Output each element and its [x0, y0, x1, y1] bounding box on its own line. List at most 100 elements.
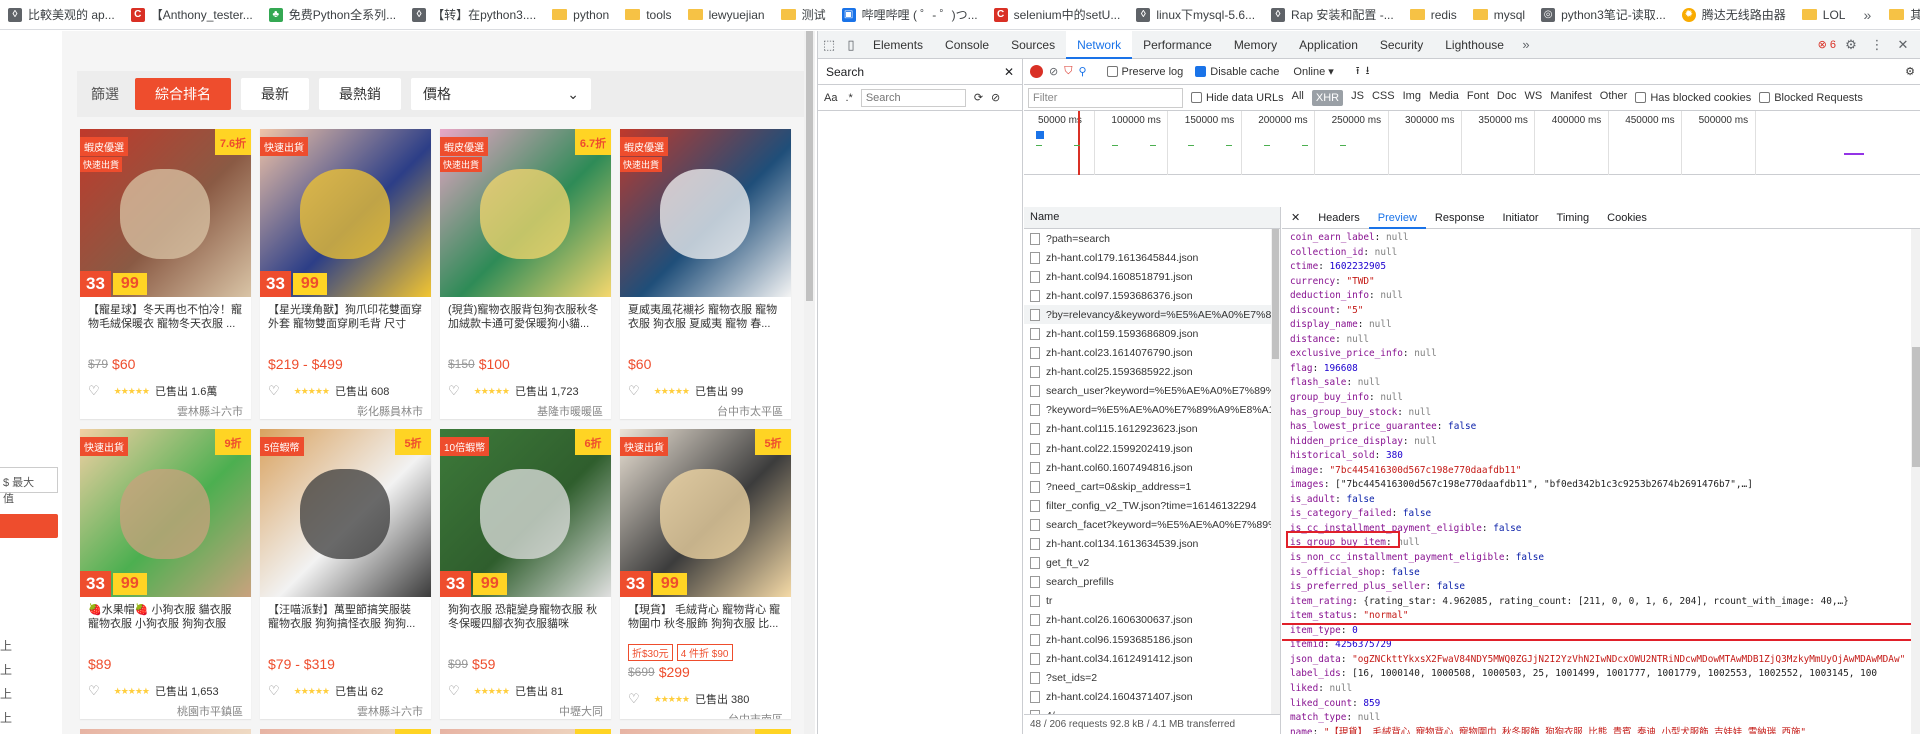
issues-counter[interactable]: ⊗ 6: [1818, 38, 1836, 51]
json-property-row[interactable]: liked_count: 859: [1290, 697, 1920, 712]
product-title[interactable]: 【星光璞角獸】狗爪印花雙面穿外套 寵物雙面穿刷毛背 尺寸齊...: [260, 297, 431, 331]
filter-type-other[interactable]: Other: [1600, 90, 1628, 106]
json-property-row[interactable]: item_status: "normal": [1290, 609, 1920, 624]
filter-type-doc[interactable]: Doc: [1497, 90, 1517, 106]
json-property-row[interactable]: has_lowest_price_guarantee: false: [1290, 420, 1920, 435]
request-row[interactable]: zh-hant.col97.1593686376.json: [1024, 286, 1280, 305]
json-property-row[interactable]: historical_sold: 380: [1290, 449, 1920, 464]
apply-filter-button[interactable]: [0, 514, 58, 538]
blocked-requests-checkbox[interactable]: Blocked Requests: [1759, 92, 1863, 104]
bookmark-item[interactable]: ◊ 比較美观的 ap...: [0, 4, 123, 26]
product-title[interactable]: 狗狗衣服 恐龍變身寵物衣服 秋冬保暖四腳衣狗衣服貓咪: [440, 597, 611, 631]
heart-icon[interactable]: ♡: [628, 691, 640, 707]
request-row[interactable]: zh-hant.col96.1593685186.json: [1024, 630, 1280, 649]
bookmark-item[interactable]: python: [544, 4, 617, 26]
filter-type-xhr[interactable]: XHR: [1311, 89, 1344, 106]
filter-icon[interactable]: ⛉: [1064, 65, 1072, 78]
json-property-row[interactable]: label_ids: [16, 1000140, 1000508, 100050…: [1290, 667, 1920, 682]
filter-type-css[interactable]: CSS: [1372, 90, 1395, 106]
json-property-row[interactable]: distance: null: [1290, 333, 1920, 348]
request-row[interactable]: ?keyword=%E5%AE%A0%E7%89%A9%E8%A1.: [1024, 401, 1280, 420]
max-price-input[interactable]: $ 最大值: [0, 467, 58, 505]
import-har-icon[interactable]: ⭱: [1356, 62, 1360, 81]
product-title[interactable]: 🍓水果帽🍓 小狗衣服 貓衣服 寵物衣服 小狗衣服 狗狗衣服 狗...: [80, 597, 251, 631]
bookmark-item[interactable]: lewyuejian: [680, 4, 773, 26]
json-property-row[interactable]: is_preferred_plus_seller: false: [1290, 580, 1920, 595]
product-title[interactable]: 夏威夷風花襯衫 寵物衣服 寵物衣服 狗衣服 夏威夷 寵物 春...: [620, 297, 791, 331]
request-row[interactable]: zh-hant.col134.1613634539.json: [1024, 535, 1280, 554]
request-row[interactable]: zh-hant.col115.1612923623.json: [1024, 420, 1280, 439]
request-row[interactable]: zh-hant.col24.1604371407.json: [1024, 687, 1280, 706]
json-property-row[interactable]: deduction_info: null: [1290, 289, 1920, 304]
device-toolbar-icon[interactable]: ▯: [840, 34, 862, 56]
name-column-header[interactable]: Name: [1024, 207, 1280, 229]
search-input[interactable]: [860, 88, 966, 107]
network-settings-icon[interactable]: ⚙: [1905, 65, 1915, 78]
request-row[interactable]: search_prefills: [1024, 573, 1280, 592]
json-property-row[interactable]: itemid: 4256375729: [1290, 638, 1920, 653]
filter-type-ws[interactable]: WS: [1524, 90, 1542, 106]
request-row[interactable]: zh-hant.col159.1593686809.json: [1024, 324, 1280, 343]
json-property-row[interactable]: item_rating: {rating_star: 4.962085, rat…: [1290, 595, 1920, 610]
request-row[interactable]: ?set_ids=2: [1024, 668, 1280, 687]
filter-type-js[interactable]: JS: [1351, 90, 1364, 106]
request-row[interactable]: zh-hant.col22.1599202419.json: [1024, 439, 1280, 458]
filter-type-img[interactable]: Img: [1403, 90, 1421, 106]
bookmark-item[interactable]: ◎ python3笔记-读取...: [1533, 4, 1674, 26]
hide-data-urls-checkbox[interactable]: Hide data URLs: [1191, 92, 1284, 104]
request-row[interactable]: zh-hant.col60.1607494816.json: [1024, 458, 1280, 477]
close-details-icon[interactable]: ✕: [1282, 207, 1309, 229]
blocked-cookies-checkbox[interactable]: Has blocked cookies: [1635, 92, 1751, 104]
detail-tab-initiator[interactable]: Initiator: [1493, 207, 1547, 229]
tab-security[interactable]: Security: [1369, 31, 1434, 59]
request-row[interactable]: ?need_cart=0&skip_address=1: [1024, 477, 1280, 496]
tab-elements[interactable]: Elements: [862, 31, 934, 59]
request-row[interactable]: tr: [1024, 592, 1280, 611]
product-card[interactable]: 蝦皮優選 快速出貨 夏威夷風花襯衫 寵物衣服 寵物衣服 狗衣服 夏威夷 寵物 春..…: [620, 129, 791, 419]
bookmark-item[interactable]: ◊ Rap 安装和配置 -...: [1263, 4, 1402, 26]
json-property-row[interactable]: is_category_failed: false: [1290, 507, 1920, 522]
request-row[interactable]: get_ft_v2: [1024, 554, 1280, 573]
bookmark-item[interactable]: LOL: [1794, 4, 1854, 26]
request-row[interactable]: zh-hant.col26.1606300637.json: [1024, 611, 1280, 630]
request-row[interactable]: zh-hant.col179.1613645844.json: [1024, 248, 1280, 267]
settings-gear-icon[interactable]: ⚙: [1840, 34, 1862, 56]
product-card[interactable]: 蝦皮優選6折: [440, 729, 611, 734]
json-property-row[interactable]: group_buy_info: null: [1290, 391, 1920, 406]
bookmark-item[interactable]: mysql: [1465, 4, 1533, 26]
json-property-row[interactable]: ctime: 1602232905: [1290, 260, 1920, 275]
regex-toggle[interactable]: .*: [845, 92, 852, 104]
json-property-row[interactable]: image: "7bc445416300d567c198e770daafdb11…: [1290, 464, 1920, 479]
product-title[interactable]: 【現貨】 毛絨背心 寵物背心 寵物圍巾 秋冬服飾 狗狗衣服 比...: [620, 597, 791, 631]
product-card[interactable]: 5倍蝦幣6折: [260, 729, 431, 734]
product-card[interactable]: 快速出貨 9折 33 99 🍓水果帽🍓 小狗衣服 貓衣服 寵物衣服 小狗衣服 狗狗衣服 …: [80, 429, 251, 719]
bookmark-item[interactable]: ▣ 哔哩哔哩 ( ゜- ゜)つ...: [834, 4, 986, 26]
bookmark-item[interactable]: ✹ 腾达无线路由器: [1674, 4, 1794, 26]
tab-network[interactable]: Network: [1066, 30, 1133, 59]
json-property-row[interactable]: collection_id: null: [1290, 246, 1920, 261]
heart-icon[interactable]: ♡: [88, 683, 100, 699]
bookmark-item[interactable]: ♣ 免费Python全系列...: [261, 4, 404, 26]
product-card[interactable]: 快速出貨 3399【星光璞角獸】狗爪印花雙面穿外套 寵物雙面穿刷毛背 尺寸齊...…: [260, 129, 431, 419]
detail-tab-headers[interactable]: Headers: [1309, 207, 1369, 229]
json-property-row[interactable]: liked: null: [1290, 682, 1920, 697]
clear-icon[interactable]: ⊘: [991, 91, 1000, 104]
inspect-element-icon[interactable]: ⬚: [818, 34, 840, 56]
preserve-log-checkbox[interactable]: Preserve log: [1106, 66, 1183, 78]
json-property-row[interactable]: discount: "5": [1290, 304, 1920, 319]
export-har-icon[interactable]: ⭳: [1366, 62, 1370, 81]
tab-application[interactable]: Application: [1288, 31, 1369, 59]
json-property-row[interactable]: images: ["7bc445416300d567c198e770daafdb…: [1290, 478, 1920, 493]
filter-input[interactable]: Filter: [1028, 87, 1183, 108]
heart-icon[interactable]: ♡: [628, 383, 640, 399]
json-property-row[interactable]: json_data: "ogZNCkttYkxsX2FwaV84NDY5MWQ0…: [1290, 653, 1920, 668]
bookmark-item[interactable]: tools: [617, 4, 679, 26]
more-tabs-icon[interactable]: »: [1515, 34, 1537, 56]
clear-log-icon[interactable]: ⊘: [1049, 65, 1058, 78]
json-property-row[interactable]: is_group_buy_item: null: [1290, 536, 1920, 551]
tab-memory[interactable]: Memory: [1223, 31, 1288, 59]
disable-cache-checkbox[interactable]: Disable cache: [1195, 66, 1279, 78]
heart-icon[interactable]: ♡: [268, 683, 280, 699]
page-scrollbar[interactable]: [804, 31, 815, 734]
kebab-menu-icon[interactable]: ⋮: [1866, 34, 1888, 56]
